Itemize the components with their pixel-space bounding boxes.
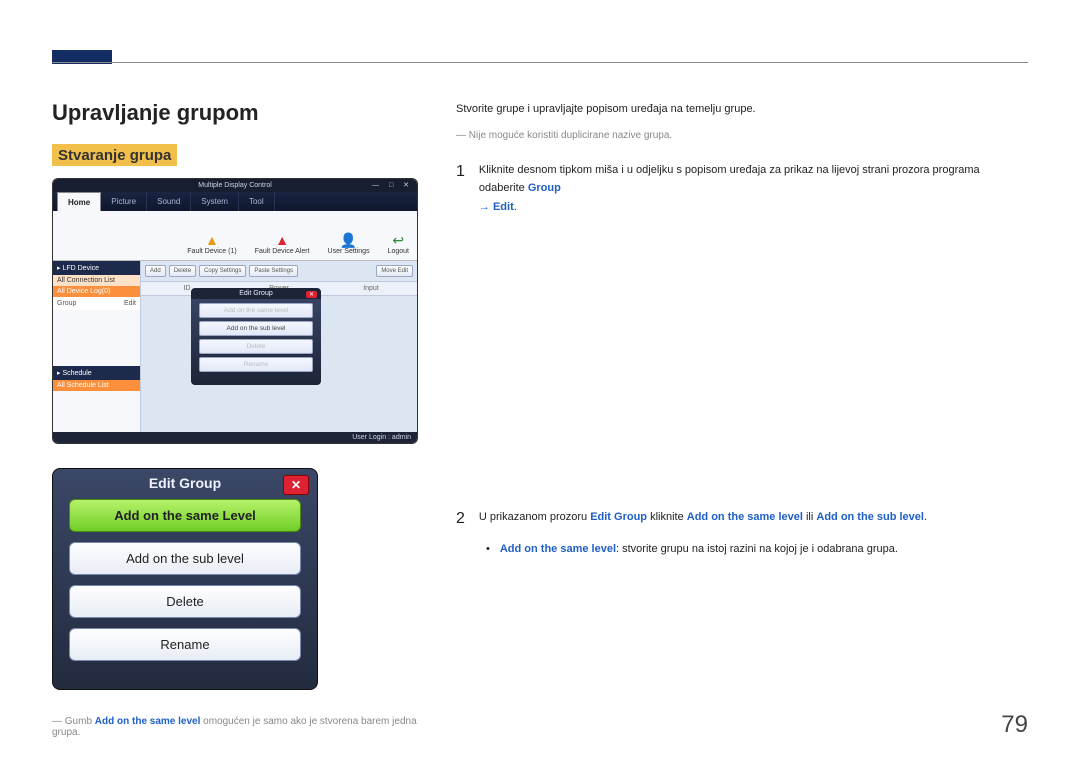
btn-delete[interactable]: Delete	[69, 585, 301, 618]
right-column: Stvorite grupe i upravljajte popisom ure…	[456, 100, 1028, 738]
group-label: Group	[57, 300, 76, 307]
bullet-dot: •	[486, 540, 490, 559]
step-2-text-b: kliknite	[647, 511, 687, 523]
header-rule	[52, 62, 1028, 63]
side-panel: ▸ LFD Device All Connection List All Dev…	[53, 261, 141, 433]
tab-tool[interactable]: Tool	[239, 192, 275, 211]
intro-note: ― Nije moguće koristiti duplicirane nazi…	[456, 127, 1028, 144]
main-area: Add Delete Copy Settings Paste Settings …	[141, 261, 417, 433]
tab-picture[interactable]: Picture	[101, 192, 147, 211]
logout-icon[interactable]: ↩Logout	[388, 233, 409, 256]
group-row[interactable]: Group Edit	[53, 297, 140, 310]
window-titlebar: Multiple Display Control — □ ✕	[53, 179, 417, 192]
paste-settings-button[interactable]: Paste Settings	[249, 265, 298, 277]
footnote-prefix: ― Gumb	[52, 716, 95, 727]
bullet-1: • Add on the same level: stvorite grupu …	[486, 540, 1028, 559]
button-row: Add Delete Copy Settings Paste Settings …	[141, 261, 417, 281]
edit-label: Edit	[124, 300, 136, 307]
step-2-text-a: U prikazanom prozoru	[479, 511, 590, 523]
bullet-1-hl: Add on the same level	[500, 543, 616, 555]
schedule-header[interactable]: ▸ Schedule	[53, 366, 140, 380]
move-edit-button[interactable]: Move Edit	[376, 265, 413, 277]
window-title: Multiple Display Control	[198, 182, 272, 189]
popup-delete[interactable]: Delete	[199, 339, 313, 354]
step-1: 1 Kliknite desnom tipkom miša i u odjelj…	[456, 158, 1028, 217]
footnote-hl: Add on the same level	[95, 716, 201, 727]
heading-sub: Stvaranje grupa	[52, 144, 177, 166]
col-input: Input	[325, 285, 417, 292]
left-column: Upravljanje grupom Stvaranje grupa Multi…	[52, 100, 418, 738]
edit-group-dialog: Edit Group ✕ Add on the same Level Add o…	[52, 468, 318, 690]
popup-add-same-level[interactable]: Add on the same level	[199, 303, 313, 318]
step-2-end: .	[924, 511, 927, 523]
step-2-hl-c: Add on the sub level	[816, 511, 924, 523]
step-1-end: .	[514, 201, 517, 213]
bullet-1-text: : stvorite grupu na istoj razini na kojo…	[616, 543, 898, 555]
all-connection-row[interactable]: All Connection List	[53, 275, 140, 286]
toolbar: ▲Fault Device (1) ▲Fault Device Alert 👤U…	[53, 211, 417, 261]
edit-group-popup: Edit Group ✕ Add on the same level Add o…	[191, 289, 321, 385]
step-2: 2 U prikazanom prozoru Edit Group klikni…	[456, 505, 1028, 532]
intro-text: Stvorite grupe i upravljajte popisom ure…	[456, 100, 1028, 119]
status-bar: User Login : admin	[53, 432, 417, 443]
tab-sound[interactable]: Sound	[147, 192, 191, 211]
fault-device-icon[interactable]: ▲Fault Device (1)	[187, 233, 236, 256]
tab-home[interactable]: Home	[57, 192, 101, 211]
step-1-number: 1	[456, 158, 465, 185]
user-settings-icon[interactable]: 👤User Settings	[328, 233, 370, 256]
step-2-hl-b: Add on the same level	[687, 511, 803, 523]
tab-bar: Home Picture Sound System Tool	[53, 192, 417, 211]
dialog-close-icon[interactable]: ✕	[283, 475, 309, 495]
add-button[interactable]: Add	[145, 265, 166, 277]
lfd-header[interactable]: ▸ LFD Device	[53, 261, 140, 275]
btn-add-sub-level[interactable]: Add on the sub level	[69, 542, 301, 575]
step-1-hl-a: Group	[528, 182, 561, 194]
window-buttons[interactable]: — □ ✕	[372, 181, 413, 189]
all-device-row[interactable]: All Device Log(0)	[53, 286, 140, 297]
tab-system[interactable]: System	[191, 192, 239, 211]
step-1-arrow: →	[479, 201, 493, 213]
btn-rename[interactable]: Rename	[69, 628, 301, 661]
btn-add-same-level[interactable]: Add on the same Level	[69, 499, 301, 532]
page-number: 79	[1001, 711, 1028, 739]
step-2-text-c: ili	[803, 511, 816, 523]
step-2-hl-a: Edit Group	[590, 511, 647, 523]
step-1-hl-b: Edit	[493, 201, 514, 213]
popup-close-icon[interactable]: ✕	[306, 291, 317, 298]
heading-main: Upravljanje grupom	[52, 100, 418, 126]
dialog-title: Edit Group	[53, 475, 317, 491]
all-schedule-row[interactable]: All Schedule List	[53, 380, 140, 391]
popup-add-sub-level[interactable]: Add on the sub level	[199, 321, 313, 336]
copy-settings-button[interactable]: Copy Settings	[199, 265, 246, 277]
left-footnote: ― Gumb Add on the same level omogućen je…	[52, 716, 418, 738]
fault-alert-icon[interactable]: ▲Fault Device Alert	[255, 233, 310, 256]
popup-rename[interactable]: Rename	[199, 357, 313, 372]
popup-title: Edit Group	[191, 288, 321, 299]
step-2-number: 2	[456, 505, 465, 532]
delete-button[interactable]: Delete	[169, 265, 196, 277]
screenshot-app-window: Multiple Display Control — □ ✕ Home Pict…	[52, 178, 418, 444]
